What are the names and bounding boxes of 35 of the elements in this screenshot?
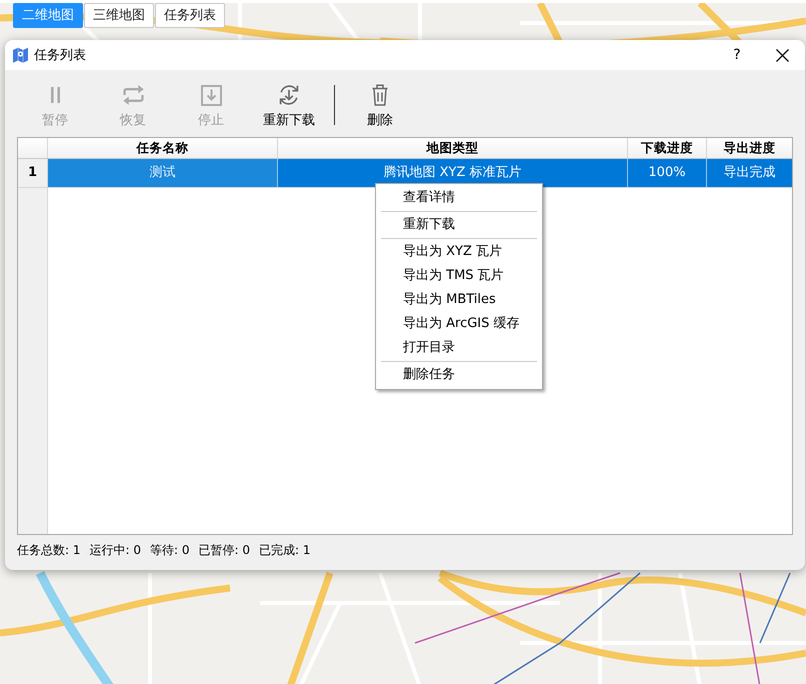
map-icon	[13, 47, 28, 63]
row-header: 1	[18, 159, 48, 187]
help-button[interactable]: ?	[722, 40, 752, 70]
view-tab[interactable]: 三维地图	[84, 3, 154, 28]
trash-icon	[372, 84, 388, 106]
pause-icon	[50, 87, 60, 103]
delete-button[interactable]: 删除	[341, 80, 419, 130]
column-header: 地图类型	[278, 138, 628, 158]
menu-item[interactable]: 删除任务	[376, 363, 542, 387]
menu-item[interactable]: 导出为 XYZ 瓦片	[376, 240, 542, 264]
menu-item[interactable]: 查看详情	[376, 186, 542, 210]
column-header: 任务名称	[48, 138, 278, 158]
view-tab[interactable]: 任务列表	[155, 3, 225, 28]
column-header: 下载进度	[628, 138, 707, 158]
window-title: 任务列表	[34, 47, 86, 64]
repeat-icon	[122, 85, 144, 105]
table-cell: 测试	[48, 159, 278, 187]
status-text: 已暂停: 0	[198, 542, 250, 558]
circular-download-icon	[278, 84, 300, 106]
status-text: 已完成: 1	[259, 542, 310, 558]
table-cell-text: 导出完成	[722, 164, 776, 182]
menu-item[interactable]: 导出为 TMS 瓦片	[376, 264, 542, 288]
menu-item[interactable]: 导出为 ArcGIS 缓存	[376, 312, 542, 336]
table-row[interactable]: 1 测试 腾讯地图 XYZ 标准瓦片 100% 导出完成	[18, 159, 792, 188]
status-text: 等待: 0	[150, 542, 190, 558]
table-cell: 100%	[628, 159, 707, 187]
status-text: 任务总数: 1	[17, 542, 80, 558]
menu-item[interactable]: 导出为 MBTiles	[376, 288, 542, 312]
redownload-button[interactable]: 重新下载	[250, 80, 328, 130]
column-header: 导出进度	[722, 139, 776, 157]
status-text: 运行中: 0	[90, 542, 141, 558]
menu-item[interactable]: 重新下载	[376, 213, 542, 237]
close-icon	[776, 48, 789, 62]
download-box-icon	[200, 84, 222, 106]
menu-item[interactable]: 打开目录	[376, 336, 542, 360]
